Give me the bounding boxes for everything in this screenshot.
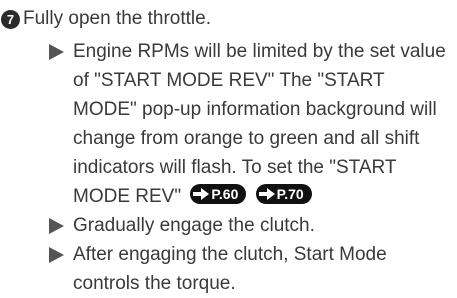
arrow-right-icon	[193, 188, 210, 200]
instruction-text: Engine RPMs will be limited by the set v…	[73, 41, 446, 207]
step-title: Fully open the throttle.	[23, 8, 211, 29]
triangle-bullet-icon	[49, 247, 64, 263]
instruction-item: Engine RPMs will be limited by the set v…	[47, 37, 452, 211]
instruction-text: Gradually engage the clutch.	[73, 215, 315, 236]
triangle-bullet-icon	[49, 218, 64, 234]
page-ref-label: P.70	[276, 186, 304, 202]
page-ref-button[interactable]: P.70	[255, 184, 312, 204]
instruction-item: After engaging the clutch, Start Mode co…	[47, 240, 452, 298]
instruction-text: After engaging the clutch, Start Mode co…	[73, 244, 387, 294]
step-number-badge: 7	[1, 9, 20, 29]
triangle-bullet-icon	[49, 44, 64, 60]
arrow-right-icon	[258, 188, 275, 200]
instruction-item: Gradually engage the clutch.	[47, 211, 452, 240]
step-heading: 7 Fully open the throttle.	[0, 6, 211, 32]
page-ref-label: P.60	[211, 186, 239, 202]
instruction-list: Engine RPMs will be limited by the set v…	[47, 37, 452, 298]
page-ref-button[interactable]: P.60	[190, 184, 247, 204]
